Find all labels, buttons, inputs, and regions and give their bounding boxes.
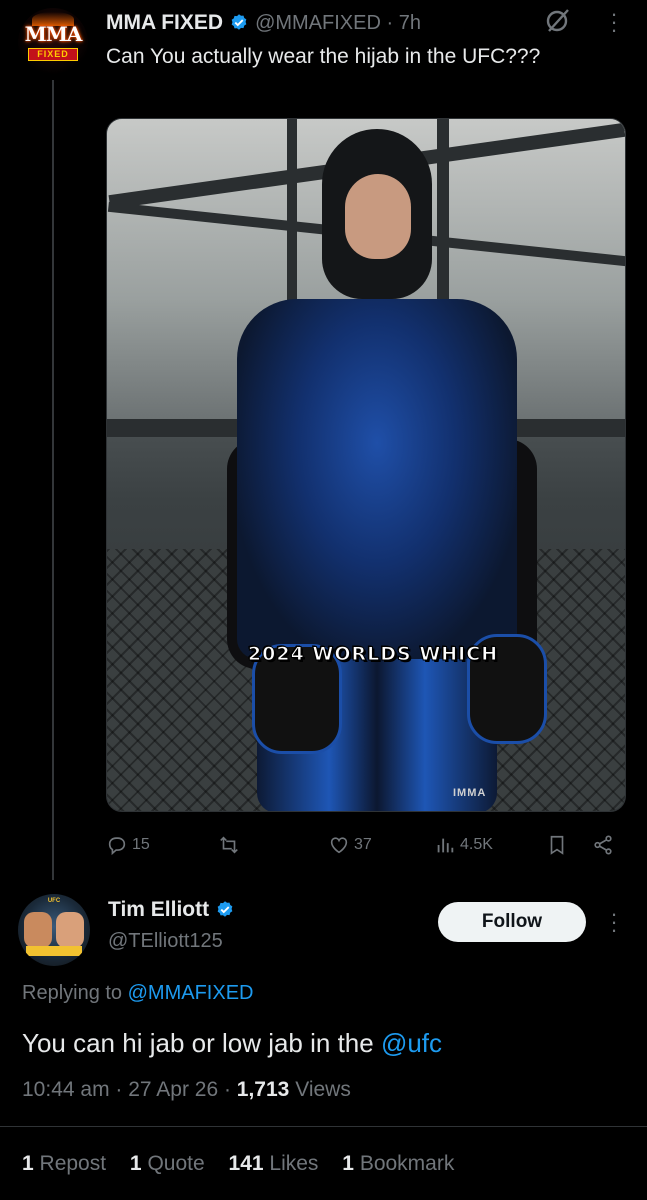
reposts-stat[interactable]: 1 Repost (22, 1152, 106, 1175)
avatar-fighter-right (56, 912, 84, 948)
fighter-rashguard (237, 299, 517, 659)
avatar-fighter-left (24, 912, 52, 948)
author-handle-time[interactable]: @MMAFIXED · 7h (255, 12, 421, 35)
quotes-label: Quote (147, 1152, 205, 1175)
verified-badge-icon (217, 901, 233, 917)
replying-to: Replying to @MMAFIXED (22, 982, 253, 1005)
reply-text: You can hi jab or low jab in the @ufc (22, 1028, 442, 1059)
avatar-ufc-mark: UFC (47, 898, 61, 904)
reply-meta: 10:44 am · 27 Apr 26 · 1,713 Views (22, 1078, 351, 1102)
fighter-face (345, 174, 411, 259)
author-name[interactable]: MMA FIXED (106, 11, 223, 35)
verified-badge-icon (231, 14, 247, 30)
tweet-image[interactable]: 2024 WORLDS WHICH IMMA (106, 118, 626, 812)
bookmarks-label: Bookmark (359, 1152, 455, 1175)
heart-icon (330, 837, 348, 854)
reposts-count: 1 (22, 1152, 34, 1175)
grok-icon[interactable] (544, 6, 572, 34)
reply-author-name[interactable]: Tim Elliott (108, 898, 209, 922)
reply-header: Tim Elliott (108, 898, 241, 922)
reply-more-options-icon[interactable]: · · · (604, 903, 624, 941)
divider (0, 1126, 647, 1127)
bookmark-icon (550, 835, 564, 855)
reply-timestamp[interactable]: 10:44 am · 27 Apr 26 · (22, 1078, 237, 1101)
share-icon (594, 835, 612, 855)
retweet-action[interactable] (218, 830, 244, 860)
image-watermark: IMMA (453, 787, 487, 799)
analytics-icon (437, 838, 454, 853)
reply-text-main: You can hi jab or low jab in the (22, 1028, 381, 1058)
avatar-banner (26, 946, 82, 956)
reposts-label: Repost (39, 1152, 107, 1175)
tim-elliott-avatar[interactable]: UFC (18, 894, 90, 966)
like-action[interactable]: 37 (328, 830, 372, 860)
likes-label: Likes (269, 1152, 319, 1175)
follow-button[interactable]: Follow (438, 902, 586, 942)
quotes-stat[interactable]: 1 Quote (130, 1152, 205, 1175)
tweet-action-bar: 15 37 4.5K (106, 830, 626, 860)
avatar-logo-text: MMA (24, 22, 83, 46)
reply-icon (108, 837, 126, 856)
views-action[interactable]: 4.5K (434, 830, 493, 860)
replying-to-link[interactable]: @MMAFIXED (128, 982, 254, 1004)
reply-action[interactable]: 15 (106, 830, 150, 860)
like-count: 37 (354, 836, 372, 853)
replying-prefix: Replying to (22, 982, 128, 1004)
mention-link[interactable]: @ufc (381, 1028, 442, 1058)
tweet-header: MMA FIXED @MMAFIXED · 7h (106, 8, 421, 38)
bookmarks-stat[interactable]: 1 Bookmark (342, 1152, 454, 1175)
quotes-count: 1 (129, 1152, 142, 1175)
engagement-stats: 1 Repost 1 Quote 141 Likes 1 Bookmark (22, 1152, 472, 1176)
likes-stat[interactable]: 141 Likes (229, 1152, 319, 1175)
bookmark-action[interactable] (546, 830, 568, 860)
reply-views-label: Views (289, 1078, 351, 1101)
likes-count: 141 (228, 1152, 264, 1175)
avatar-logo-band: FIXED (28, 48, 78, 61)
view-count: 4.5K (460, 836, 493, 853)
tweet-text: Can You actually wear the hijab in the U… (106, 45, 541, 68)
retweet-icon (220, 836, 238, 854)
share-action[interactable] (592, 830, 614, 860)
bookmarks-count: 1 (342, 1152, 354, 1175)
image-caption: 2024 WORLDS WHICH (247, 643, 499, 666)
reply-author-handle[interactable]: @TElliott125 (108, 930, 223, 953)
reply-views-count: 1,713 (236, 1078, 290, 1101)
mma-fixed-avatar[interactable]: MMA FIXED (18, 8, 88, 78)
more-options-icon[interactable]: · · · (604, 3, 624, 41)
reply-count: 15 (132, 836, 150, 853)
thread-connector-line (52, 80, 54, 880)
